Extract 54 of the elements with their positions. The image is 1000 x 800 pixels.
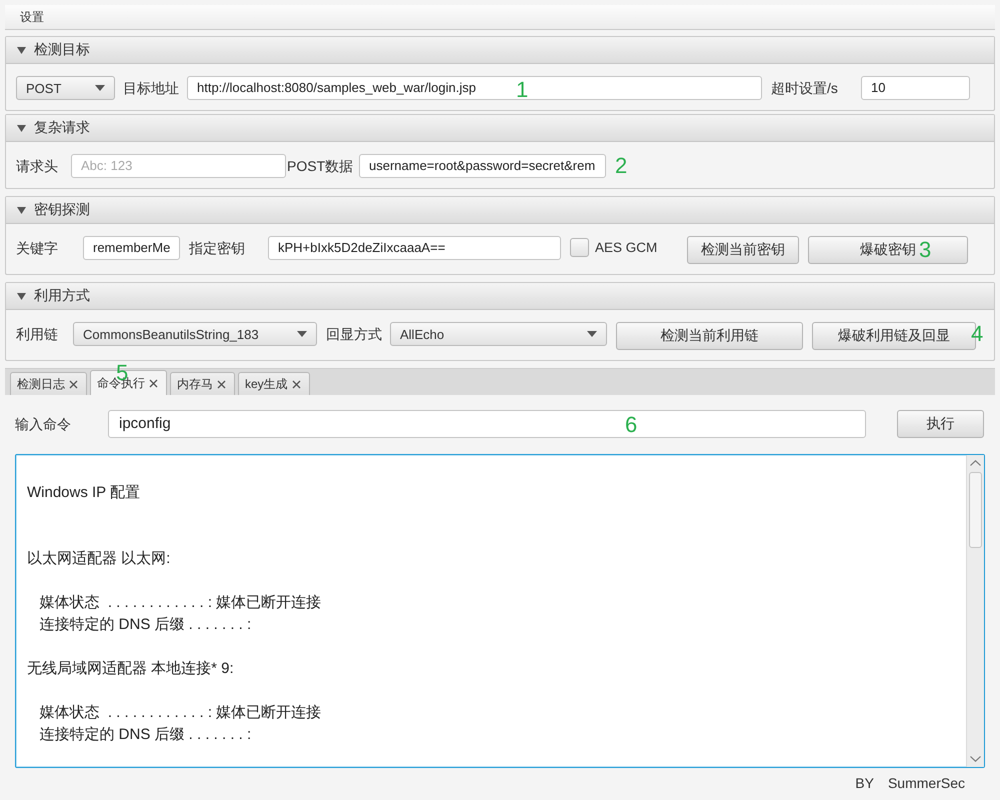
section-header[interactable]: 密钥探测: [6, 197, 994, 224]
author-name: SummerSec: [888, 775, 965, 791]
output-line: 无线局域网适配器 本地连接* 9:: [27, 659, 234, 679]
output-line: 媒体状态 . . . . . . . . . . . . : 媒体已断开连接: [38, 703, 322, 723]
run-button[interactable]: 执行: [897, 410, 984, 438]
output-line: Windows IP 配置: [27, 483, 140, 503]
checkbox[interactable]: [570, 238, 589, 257]
close-icon[interactable]: [69, 380, 78, 388]
credit-prefix: BY: [855, 775, 874, 791]
method-dropdown[interactable]: POST: [16, 76, 115, 100]
timeout-field[interactable]: 10: [861, 76, 970, 100]
tab[interactable]: key生成: [238, 372, 310, 395]
key-field[interactable]: kPH+bIxk5D2deZiIxcaaaA==: [268, 236, 561, 260]
menu-item[interactable]: 设置: [20, 8, 44, 26]
action-button[interactable]: 检测当前利用链: [616, 322, 803, 350]
field-label: 利用链: [16, 325, 59, 344]
output-textarea[interactable]: Windows IP 配置 以太网适配器 以太网: 媒体状态 . . . . . . . . . . . . : 媒体已断开连接 连接特定的 DNS 后缀 . . . . . . . : 无线局域网适配器 本地连接* 9: 媒体状态 . . . . . . . . . . . . : 媒体已断开连接 连接特定的 DNS 后缀 . . . . . . . :: [15, 454, 985, 768]
field-label: 超时设置/s: [771, 79, 839, 98]
keyword-field[interactable]: rememberMe: [83, 236, 180, 260]
field-label: POST数据: [287, 157, 354, 176]
dropdown-caret-icon: [95, 85, 105, 91]
tab[interactable]: 内存马: [170, 372, 235, 395]
annotation-label: 2: [615, 154, 628, 178]
close-icon[interactable]: [217, 380, 226, 388]
field-label: 目标地址: [123, 79, 179, 98]
echo-dropdown[interactable]: AllEcho: [390, 322, 607, 346]
chain-dropdown[interactable]: CommonsBeanutilsString_183: [73, 322, 317, 346]
scroll-up-icon[interactable]: [970, 460, 981, 466]
output-line: 连接特定的 DNS 后缀 . . . . . . . :: [38, 725, 252, 745]
annotation-label: 6: [625, 414, 638, 436]
dropdown-caret-icon: [297, 331, 307, 337]
checkbox-label: AES GCM: [595, 239, 658, 257]
annotation-label: 3: [919, 239, 932, 261]
field-label: 关键字: [16, 239, 59, 258]
close-icon[interactable]: [149, 378, 158, 388]
field-label: 请求头: [16, 157, 59, 176]
tab[interactable]: 检测日志: [10, 372, 87, 395]
output-line: 以太网适配器 以太网:: [27, 549, 170, 569]
scrollbar[interactable]: [966, 455, 984, 767]
annotation-label: 1: [516, 79, 528, 101]
section-header[interactable]: 利用方式: [6, 283, 994, 310]
scroll-down-icon[interactable]: [970, 756, 981, 762]
dropdown-caret-icon: [587, 331, 597, 337]
section-header[interactable]: 复杂请求: [6, 115, 994, 142]
section-header[interactable]: 检测目标: [6, 37, 994, 64]
close-icon[interactable]: [292, 380, 301, 388]
post-data-field[interactable]: username=root&password=secret&rem: [359, 154, 606, 178]
field-label: 输入命令: [15, 415, 72, 434]
output-line: 连接特定的 DNS 后缀 . . . . . . . :: [38, 615, 252, 635]
field-label: 回显方式: [326, 325, 382, 344]
output-line: 媒体状态 . . . . . . . . . . . . : 媒体已断开连接: [38, 593, 322, 613]
action-button[interactable]: 检测当前密钥: [687, 236, 799, 264]
scrollbar-thumb[interactable]: [969, 472, 982, 548]
field-label: 指定密钥: [189, 239, 246, 258]
